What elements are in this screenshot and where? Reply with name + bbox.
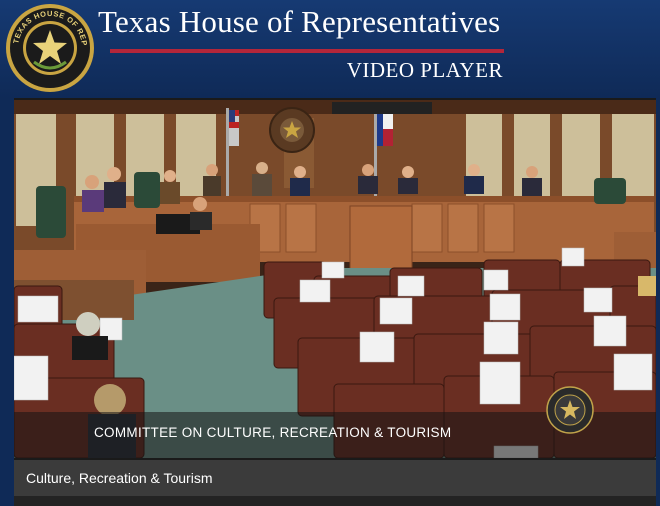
- page-subtitle: VIDEO PLAYER: [346, 58, 503, 82]
- player-bottom-strip: [14, 496, 656, 506]
- site-title: Texas House of Representatives: [98, 4, 501, 39]
- texas-house-seal-icon: TEXAS HOUSE OF REPRESENTATIVES: [1, 0, 96, 94]
- title-divider: [110, 49, 504, 53]
- video-player[interactable]: COMMITTEE ON CULTURE, RECREATION & TOURI…: [14, 98, 656, 506]
- site-header: TEXAS HOUSE OF REPRESENTATIVES Texas Hou…: [0, 0, 660, 98]
- committee-caption: COMMITTEE ON CULTURE, RECREATION & TOURI…: [94, 425, 452, 440]
- video-title-bar: Culture, Recreation & Tourism: [14, 460, 656, 496]
- wall-seal-icon: [269, 107, 315, 153]
- video-title: Culture, Recreation & Tourism: [26, 470, 213, 486]
- watermark-seal-icon: [546, 386, 594, 434]
